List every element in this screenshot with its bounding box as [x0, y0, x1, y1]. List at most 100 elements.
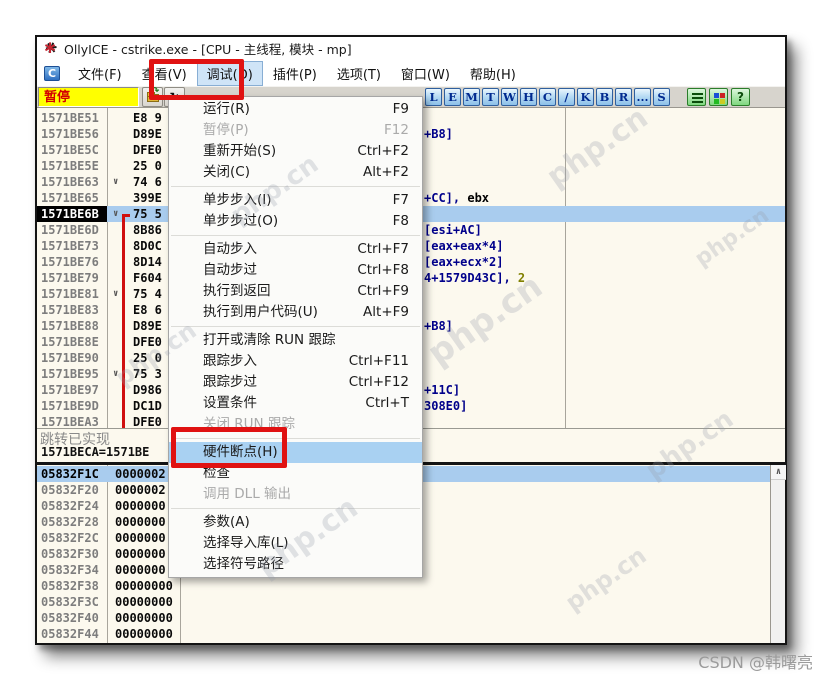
- debug-menu-item-3[interactable]: 关闭(C)Alt+F2: [169, 162, 422, 183]
- dump-address: 05832F20: [41, 482, 99, 498]
- dump-address: 05832F34: [41, 562, 99, 578]
- annotation-line: [122, 214, 125, 428]
- window-title: OllyICE - cstrike.exe - [CPU - 主线程, 模块 -…: [64, 39, 352, 58]
- scroll-up-icon[interactable]: ∧: [771, 465, 786, 480]
- debug-menu-item-6[interactable]: 自动步入Ctrl+F7: [169, 239, 422, 260]
- debug-menu-item-13[interactable]: 设置条件Ctrl+T: [169, 393, 422, 414]
- toolbar-letter-button-M[interactable]: M: [463, 88, 480, 106]
- toolbar-letter-button-L[interactable]: L: [425, 88, 442, 106]
- menu-shortcut: Ctrl+F8: [357, 260, 409, 281]
- debug-menu-item-2[interactable]: 重新开始(S)Ctrl+F2: [169, 141, 422, 162]
- disasm-hex: 8D0C: [133, 238, 162, 254]
- disasm-hex: D986: [133, 382, 162, 398]
- jump-down-icon: ∨: [113, 174, 118, 190]
- status-badge: 暂停: [38, 87, 139, 107]
- cpu-child-window-icon[interactable]: C: [44, 66, 60, 81]
- menu-shortcut: F8: [393, 211, 409, 232]
- disasm-hex: 75 4: [133, 286, 162, 302]
- disasm-address: 1571BE65: [41, 190, 99, 206]
- toolbar-letter-button-S[interactable]: S: [653, 88, 670, 106]
- menu-shortcut: F12: [384, 120, 409, 141]
- toolbar-letter-button-W[interactable]: W: [501, 88, 518, 106]
- disasm-hex: DC1D: [133, 398, 162, 414]
- menu-separator: [171, 235, 420, 236]
- menu-separator: [171, 508, 420, 509]
- dump-value: 0000000: [115, 530, 166, 546]
- disasm-hex: 74 6: [133, 174, 162, 190]
- dump-address: 05832F28: [41, 514, 99, 530]
- dump-value: 0000000: [115, 546, 166, 562]
- dump-value: 0000000: [115, 498, 166, 514]
- debug-menu-item-0[interactable]: 运行(R)F9: [169, 99, 422, 120]
- toolbar-letter-button-E[interactable]: E: [444, 88, 461, 106]
- dump-row[interactable]: 05832F4400000000: [37, 626, 770, 642]
- dump-address: 05832F3C: [41, 594, 99, 610]
- debug-menu-item-18[interactable]: 参数(A): [169, 512, 422, 533]
- menu-top-item[interactable]: 文件(F): [68, 61, 132, 86]
- disasm-hex: 8D14: [133, 254, 162, 270]
- debug-dropdown-menu: 运行(R)F9暂停(P)F12重新开始(S)Ctrl+F2关闭(C)Alt+F2…: [168, 96, 423, 578]
- debug-menu-item-20[interactable]: 选择符号路径: [169, 554, 422, 575]
- disasm-hex: E8 9: [133, 110, 162, 126]
- dump-scrollbar[interactable]: ∧: [770, 465, 785, 643]
- toolbar-letter-button-more[interactable]: ...: [634, 88, 651, 106]
- debug-menu-item-8[interactable]: 执行到返回Ctrl+F9: [169, 281, 422, 302]
- dump-address: 05832F38: [41, 578, 99, 594]
- disasm-hex: 8B86: [133, 222, 162, 238]
- list-options-icon[interactable]: [687, 88, 706, 106]
- disasm-address: 1571BE83: [41, 302, 99, 318]
- menu-shortcut: Ctrl+F12: [349, 372, 409, 393]
- debug-menu-item-10[interactable]: 打开或清除 RUN 跟踪: [169, 330, 422, 351]
- disasm-address: 1571BE81: [41, 286, 99, 302]
- disasm-hex: 75 5: [133, 206, 162, 222]
- disasm-address: 1571BE6B: [37, 206, 107, 222]
- jump-down-icon: ∨: [113, 206, 118, 222]
- annotation-rect-debug-menu: [149, 59, 244, 100]
- debug-menu-item-11[interactable]: 跟踪步入Ctrl+F11: [169, 351, 422, 372]
- debug-menu-item-12[interactable]: 跟踪步过Ctrl+F12: [169, 372, 422, 393]
- toolbar-letter-button-C[interactable]: C: [539, 88, 556, 106]
- help-icon[interactable]: ?: [731, 88, 750, 106]
- disasm-address: 1571BE9D: [41, 398, 99, 414]
- dump-row[interactable]: 05832F4000000000: [37, 610, 770, 626]
- menu-shortcut: Ctrl+F11: [349, 351, 409, 372]
- toolbar-letter-button-K[interactable]: K: [577, 88, 594, 106]
- disasm-hex: 25 0: [133, 350, 162, 366]
- dump-value: 00000000: [115, 626, 173, 642]
- menu-top-item[interactable]: 插件(P): [263, 61, 327, 86]
- dump-row[interactable]: 05832F3C 00000000: [37, 594, 770, 610]
- debug-menu-item-4[interactable]: 单步步入(I)F7: [169, 190, 422, 211]
- disasm-address: 1571BE97: [41, 382, 99, 398]
- toolbar-letter-button-H[interactable]: H: [520, 88, 537, 106]
- toolbar-letter-button-slash[interactable]: /: [558, 88, 575, 106]
- csdn-watermark: CSDN @韩曙亮: [698, 649, 813, 673]
- menu-shortcut: Ctrl+F2: [357, 141, 409, 162]
- disasm-address: 1571BE56: [41, 126, 99, 142]
- appearance-colors-icon[interactable]: [709, 88, 728, 106]
- dump-value: 0000000: [115, 514, 166, 530]
- menu-top-item[interactable]: 帮助(H): [460, 61, 526, 86]
- debug-menu-item-5[interactable]: 单步步过(O)F8: [169, 211, 422, 232]
- menu-top-item[interactable]: 窗口(W): [391, 61, 460, 86]
- disasm-address: 1571BE95: [41, 366, 99, 382]
- disasm-instruction: [eax+ecx*2]: [424, 254, 503, 270]
- toolbar-letter-button-B[interactable]: B: [596, 88, 613, 106]
- menu-top-item[interactable]: 选项(T): [327, 61, 391, 86]
- title-bar[interactable]: ∗∗ OllyICE - cstrike.exe - [CPU - 主线程, 模…: [37, 37, 785, 60]
- disasm-address: 1571BE73: [41, 238, 99, 254]
- menu-shortcut: Ctrl+F9: [357, 281, 409, 302]
- disasm-hex: DFE0: [133, 334, 162, 350]
- debug-menu-item-9[interactable]: 执行到用户代码(U)Alt+F9: [169, 302, 422, 323]
- disasm-instruction: +B8]: [424, 126, 453, 142]
- dump-row[interactable]: 05832F38 00000000: [37, 578, 770, 594]
- toolbar-letter-button-R[interactable]: R: [615, 88, 632, 106]
- menu-separator: [171, 186, 420, 187]
- dump-value: 00000000: [115, 594, 173, 610]
- debug-menu-item-19[interactable]: 选择导入库(L): [169, 533, 422, 554]
- annotation-rect-hardware-breakpoint: [171, 427, 287, 468]
- debug-menu-item-7[interactable]: 自动步过Ctrl+F8: [169, 260, 422, 281]
- disasm-address: 1571BE79: [41, 270, 99, 286]
- disasm-instruction: 308E0]: [424, 398, 467, 414]
- dump-value: 00000000: [115, 578, 173, 594]
- toolbar-letter-button-T[interactable]: T: [482, 88, 499, 106]
